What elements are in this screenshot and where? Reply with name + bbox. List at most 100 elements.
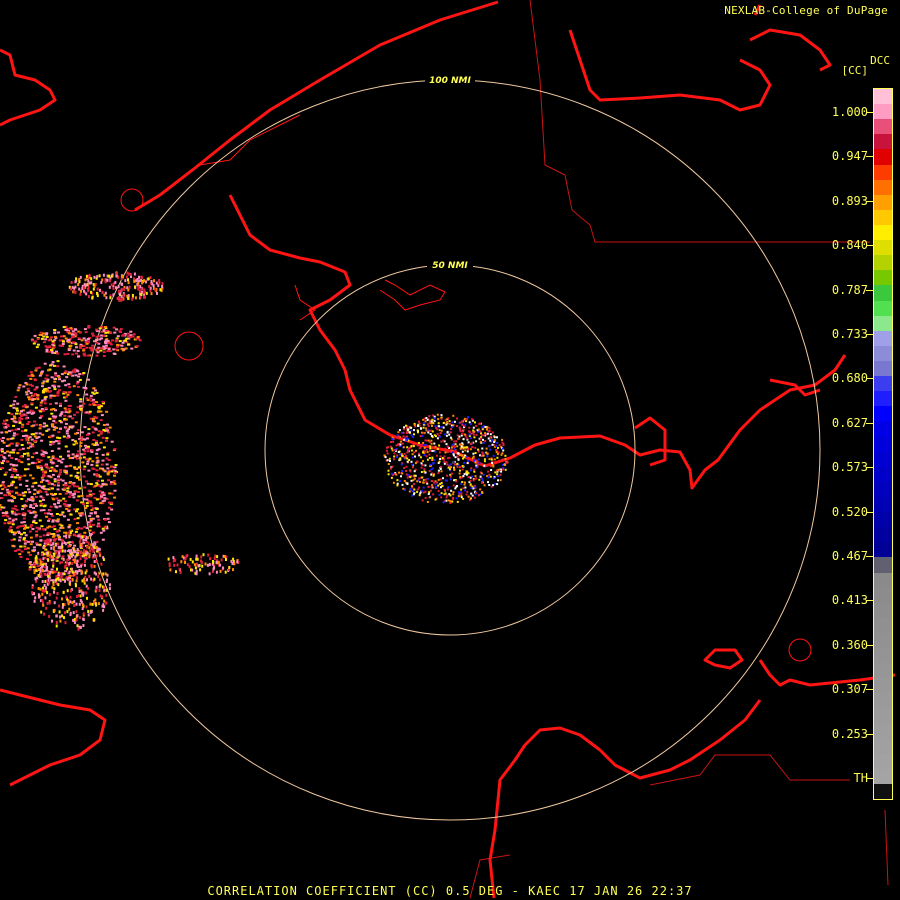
echo-gate (80, 527, 84, 530)
legend-tick-label: 0.520 (831, 504, 868, 519)
echo-gate (24, 429, 28, 432)
echo-gate (75, 584, 77, 588)
echo-gate (78, 478, 81, 481)
echo-gate (16, 409, 19, 412)
echo-gate (125, 337, 129, 340)
echo-gate (51, 340, 55, 343)
echo-gate (463, 483, 466, 486)
echo-gate (36, 394, 40, 397)
echo-gate (468, 496, 471, 499)
echo-gate (20, 461, 24, 464)
echo-gate (69, 493, 73, 496)
echo-gate (54, 470, 58, 473)
echo-gate (17, 525, 21, 528)
echo-gate (28, 554, 32, 556)
echo-gate (496, 475, 499, 478)
echo-gate (191, 560, 194, 564)
echo-gate (46, 540, 48, 544)
echo-gate (426, 458, 429, 461)
echo-gate (79, 398, 83, 401)
echo-gate (100, 562, 103, 566)
echo-gate (23, 527, 26, 530)
echo-gate (396, 479, 399, 482)
echo-gate (30, 373, 34, 376)
echo-gate (158, 281, 161, 285)
echo-gate (453, 440, 456, 443)
echo-gate (215, 570, 218, 574)
echo-gate (86, 460, 90, 463)
echo-gate (29, 506, 33, 508)
echo-gate (86, 521, 90, 524)
echo-gate (61, 458, 65, 461)
echo-gate (488, 473, 491, 476)
echo-gate (452, 491, 455, 493)
echo-gate (417, 444, 420, 447)
echo-gate (72, 443, 76, 446)
echo-gate (16, 548, 20, 551)
echo-gate (52, 534, 56, 537)
echo-gate (137, 285, 140, 289)
echo-gate (7, 492, 11, 495)
echo-gate (225, 558, 227, 561)
echo-gate (474, 475, 477, 478)
echo-gate (26, 558, 29, 560)
echo-gate (11, 544, 15, 547)
echo-gate (103, 347, 107, 350)
echo-gate (148, 285, 151, 289)
echo-gate (159, 288, 162, 292)
echo-gate (129, 330, 133, 333)
echo-gate (32, 342, 36, 345)
echo-gate (127, 296, 130, 300)
echo-gate (81, 461, 85, 464)
echo-gate (22, 525, 25, 527)
echo-gate (48, 601, 51, 605)
echo-gate (87, 586, 89, 590)
echo-gate (51, 384, 55, 387)
echo-gate (483, 464, 486, 467)
echo-gate (75, 352, 78, 355)
echo-gate (53, 587, 56, 591)
echo-gate (424, 471, 427, 474)
echo-gate (433, 459, 436, 462)
echo-gate (71, 369, 75, 372)
echo-gate (64, 621, 67, 625)
echo-gate (446, 463, 449, 466)
echo-gate (429, 463, 432, 466)
echo-gate (93, 511, 97, 514)
echo-gate (44, 596, 47, 600)
credit-label: NEXLAB-College of DuPage (724, 4, 888, 17)
echo-gate (413, 433, 415, 436)
echo-gate (71, 554, 73, 558)
echo-gate (390, 445, 393, 448)
echo-gate (124, 347, 128, 350)
echo-gate (443, 462, 446, 465)
echo-gate (66, 450, 70, 453)
echo-gate (34, 559, 37, 563)
echo-gate (31, 339, 34, 342)
echo-gate (58, 610, 61, 614)
colorbar-segment (874, 678, 892, 694)
echo-gate (30, 402, 34, 405)
echo-gate (77, 355, 80, 358)
echo-gate (413, 423, 416, 426)
echo-gate (36, 398, 40, 401)
echo-gate (496, 473, 499, 476)
product-description: CORRELATION COEFFICIENT (CC) 0.5 DEG - K… (207, 884, 693, 898)
echo-gate (105, 410, 109, 413)
echo-gate (446, 488, 449, 491)
echo-gate (59, 427, 62, 430)
echo-gate (4, 471, 8, 474)
echo-gate (430, 473, 433, 476)
echo-gate (86, 445, 90, 448)
echo-gate (90, 277, 93, 281)
echo-gate (40, 502, 44, 505)
echo-gate (79, 407, 83, 410)
echo-gate (113, 482, 117, 485)
echo-gate (114, 348, 118, 351)
echo-gate (34, 340, 38, 343)
echo-gate (482, 473, 485, 476)
echo-gate (47, 350, 51, 353)
radar-map: 100 NMI 50 NMI (0, 0, 896, 899)
echo-gate (453, 468, 456, 471)
echo-gate (26, 526, 30, 529)
